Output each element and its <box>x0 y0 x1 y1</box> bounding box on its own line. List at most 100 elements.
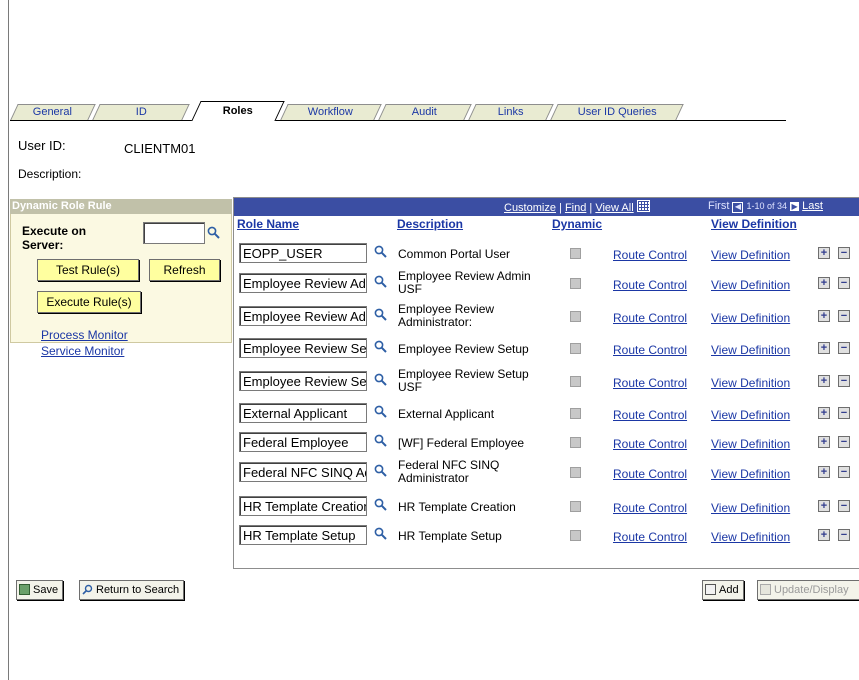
service-monitor-link[interactable]: Service Monitor <box>41 344 124 358</box>
search-icon[interactable] <box>374 373 387 389</box>
magnifier-icon <box>82 583 93 595</box>
add-row-icon[interactable]: + <box>818 277 830 289</box>
role-name-input[interactable]: Employee Review Admin USF <box>239 273 367 293</box>
tab-general[interactable]: General <box>10 104 96 120</box>
search-icon[interactable] <box>374 245 387 261</box>
route-control-link[interactable]: Route Control <box>613 343 687 357</box>
find-link[interactable]: Find <box>565 202 586 214</box>
view-definition-link[interactable]: View Definition <box>711 343 790 357</box>
search-icon[interactable] <box>374 405 387 421</box>
table-row: Federal NFC SINQ Administrator Federal NF… <box>234 458 859 488</box>
add-row-icon[interactable]: + <box>818 342 830 354</box>
search-icon[interactable] <box>374 498 387 514</box>
update-display-button[interactable]: Update/Display <box>757 580 859 600</box>
dynamic-checkbox <box>570 311 581 322</box>
route-control-link[interactable]: Route Control <box>613 311 687 325</box>
add-row-icon[interactable]: + <box>818 375 830 387</box>
dynamic-checkbox <box>570 530 581 541</box>
role-name-input[interactable]: HR Template Creation <box>239 496 367 516</box>
test-rules-button[interactable]: Test Rule(s) <box>37 259 139 281</box>
view-all-link[interactable]: View All <box>595 202 633 214</box>
delete-row-icon[interactable]: − <box>838 310 850 322</box>
delete-row-icon[interactable]: − <box>838 247 850 259</box>
role-name-input[interactable]: Employee Review Setup <box>239 338 367 358</box>
view-definition-link[interactable]: View Definition <box>711 278 790 292</box>
route-control-link[interactable]: Route Control <box>613 408 687 422</box>
route-control-link[interactable]: Route Control <box>613 278 687 292</box>
col-description[interactable]: Description <box>397 217 463 231</box>
add-row-icon[interactable]: + <box>818 247 830 259</box>
view-definition-link[interactable]: View Definition <box>711 437 790 451</box>
return-to-search-button[interactable]: Return to Search <box>79 580 185 600</box>
role-name-input[interactable]: EOPP_USER <box>239 243 367 263</box>
add-button[interactable]: Add <box>702 580 744 600</box>
role-name-input[interactable]: Federal Employee <box>239 432 367 452</box>
col-role-name[interactable]: Role Name <box>237 217 299 231</box>
route-control-link[interactable]: Route Control <box>613 248 687 262</box>
role-name-input[interactable]: Employee Review Setup USF <box>239 371 367 391</box>
route-control-link[interactable]: Route Control <box>613 467 687 481</box>
tab-workflow[interactable]: Workflow <box>280 104 382 120</box>
search-icon[interactable] <box>374 340 387 356</box>
table-row: HR Template Creation HR Template Creation… <box>234 492 859 522</box>
role-name-input[interactable]: Employee Review Administrator <box>239 306 367 326</box>
next-icon[interactable]: ▶ <box>790 202 800 211</box>
add-row-icon[interactable]: + <box>818 310 830 322</box>
tab-roles[interactable]: Roles <box>191 101 285 121</box>
delete-row-icon[interactable]: − <box>838 529 850 541</box>
col-view-definition[interactable]: View Definition <box>711 217 797 231</box>
roles-grid: Customize | Find | View All First ◀ 1-10… <box>233 197 859 569</box>
add-row-icon[interactable]: + <box>818 529 830 541</box>
role-name-input[interactable]: Federal NFC SINQ Administrator <box>239 462 367 482</box>
view-definition-link[interactable]: View Definition <box>711 467 790 481</box>
route-control-link[interactable]: Route Control <box>613 501 687 515</box>
view-definition-link[interactable]: View Definition <box>711 530 790 544</box>
dynamic-checkbox <box>570 408 581 419</box>
search-icon[interactable] <box>374 527 387 543</box>
first-label: First <box>708 200 730 212</box>
grid-icon[interactable] <box>636 200 650 212</box>
route-control-link[interactable]: Route Control <box>613 530 687 544</box>
customize-link[interactable]: Customize <box>504 202 556 214</box>
view-definition-link[interactable]: View Definition <box>711 248 790 262</box>
delete-row-icon[interactable]: − <box>838 466 850 478</box>
search-icon[interactable] <box>374 434 387 450</box>
delete-row-icon[interactable]: − <box>838 407 850 419</box>
route-control-link[interactable]: Route Control <box>613 376 687 390</box>
search-icon[interactable] <box>374 308 387 324</box>
delete-row-icon[interactable]: − <box>838 342 850 354</box>
execute-rules-button[interactable]: Execute Rule(s) <box>37 291 141 313</box>
last-link[interactable]: Last <box>802 200 823 212</box>
add-row-icon[interactable]: + <box>818 466 830 478</box>
role-name-input[interactable]: External Applicant <box>239 403 367 423</box>
process-monitor-link[interactable]: Process Monitor <box>41 328 128 342</box>
delete-row-icon[interactable]: − <box>838 500 850 512</box>
search-icon[interactable] <box>207 226 220 242</box>
route-control-link[interactable]: Route Control <box>613 437 687 451</box>
tab-audit[interactable]: Audit <box>378 104 472 120</box>
view-definition-link[interactable]: View Definition <box>711 408 790 422</box>
view-definition-link[interactable]: View Definition <box>711 501 790 515</box>
tab-links[interactable]: Links <box>468 104 554 120</box>
add-row-icon[interactable]: + <box>818 436 830 448</box>
view-definition-link[interactable]: View Definition <box>711 311 790 325</box>
save-button[interactable]: Save <box>16 580 64 600</box>
delete-row-icon[interactable]: − <box>838 277 850 289</box>
role-name-input[interactable]: HR Template Setup <box>239 525 367 545</box>
add-row-icon[interactable]: + <box>818 407 830 419</box>
tab-user-id-queries[interactable]: User ID Queries <box>550 104 684 120</box>
search-icon[interactable] <box>374 275 387 291</box>
server-input[interactable] <box>143 222 205 244</box>
view-definition-link[interactable]: View Definition <box>711 376 790 390</box>
role-description: Employee Review Setup <box>398 342 529 356</box>
delete-row-icon[interactable]: − <box>838 375 850 387</box>
delete-row-icon[interactable]: − <box>838 436 850 448</box>
add-row-icon[interactable]: + <box>818 500 830 512</box>
prev-icon[interactable]: ◀ <box>732 202 744 213</box>
tab-id[interactable]: ID <box>92 104 190 120</box>
col-dynamic[interactable]: Dynamic <box>552 217 602 231</box>
search-icon[interactable] <box>374 464 387 480</box>
dynamic-checkbox <box>570 278 581 289</box>
dynamic-checkbox <box>570 501 581 512</box>
refresh-button[interactable]: Refresh <box>149 259 220 281</box>
